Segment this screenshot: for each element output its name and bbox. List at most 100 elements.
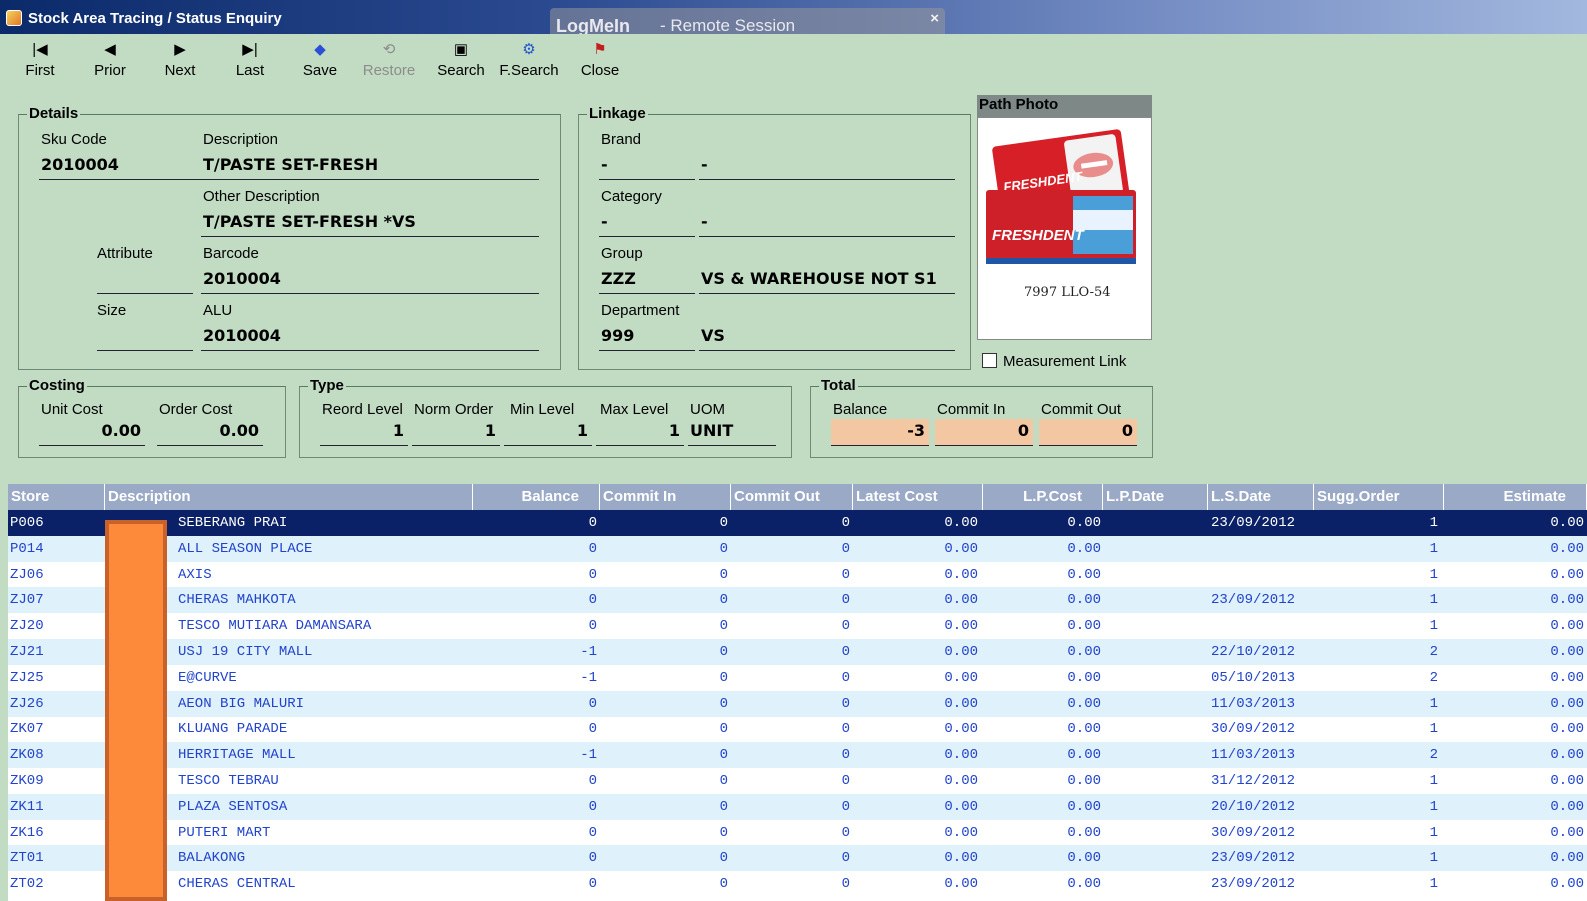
max-level-field[interactable]: 1 (596, 419, 684, 446)
column-header-latest-cost[interactable]: Latest Cost (853, 484, 983, 510)
column-header-l-p-cost[interactable]: L.P.Cost (983, 484, 1103, 510)
cell-store: ZJ20 (10, 618, 44, 635)
cell-latest-cost: 0.00 (944, 515, 978, 531)
cell-commit-out: 0 (841, 669, 850, 686)
cell-estimate: 0.00 (1550, 644, 1584, 660)
brand-code-field[interactable]: - (599, 153, 695, 180)
table-row[interactable]: ZJ26 AEON BIG MALURI 0 0 0 0.00 0.00 11/03/2013… (8, 690, 1587, 717)
checkbox-box[interactable] (982, 353, 997, 368)
cell-store: ZJ07 (10, 592, 44, 609)
next-button[interactable]: ▶ Next (158, 38, 202, 79)
sku-code-field[interactable]: 2010004 (39, 153, 211, 180)
table-row[interactable]: ZT02 CHERAS CENTRAL 0 0 0 0.00 0.00 23/09/2012 1… (8, 871, 1587, 897)
column-header-description[interactable]: Description (105, 484, 473, 510)
cell-store: P006 (10, 515, 44, 531)
search-label: Search (437, 62, 485, 79)
store-grid[interactable]: Store Description Balance Commit In Commit O… (8, 484, 1587, 901)
size-field[interactable] (97, 324, 193, 351)
close-button[interactable]: ⚑ Close (577, 38, 623, 79)
cell-l-p-date (1107, 639, 1207, 665)
size-label: Size (97, 302, 127, 319)
restore-button[interactable]: ⟲ Restore (360, 38, 418, 79)
table-row[interactable]: ZK07 KLUANG PARADE 0 0 0 0.00 0.00 30/09/2012 1 0… (8, 716, 1587, 742)
cell-description: E@CURVE (178, 669, 237, 686)
first-button[interactable]: |◀ First (18, 38, 62, 79)
department-code-field[interactable]: 999 (599, 324, 695, 351)
brand-name-field[interactable]: - (699, 153, 955, 180)
column-header-l-s-date[interactable]: L.S.Date (1208, 484, 1314, 510)
cell-estimate: 0.00 (1550, 824, 1584, 841)
column-header-balance[interactable]: Balance (473, 484, 600, 510)
cell-estimate: 0.00 (1550, 695, 1584, 712)
svg-text:FRESHDENT: FRESHDENT (992, 227, 1086, 244)
cell-l-s-date (1211, 613, 1311, 639)
prior-button[interactable]: ◀ Prior (88, 38, 132, 79)
cell-sugg-order: 1 (1429, 876, 1438, 893)
cell-sugg-order: 1 (1429, 540, 1438, 557)
cell-l-p-cost: 0.00 (1067, 695, 1101, 712)
balance-field[interactable]: -3 (831, 419, 929, 446)
table-row[interactable]: ZK11 PLAZA SENTOSA 0 0 0 0.00 0.00 20/10/2012 1 0… (8, 793, 1587, 820)
table-row[interactable]: ZJ25 E@CURVE -1 0 0 0.00 0.00 05/10/2013 2 0.00 (8, 665, 1587, 691)
logmein-close-icon[interactable]: × (930, 10, 939, 27)
table-row[interactable]: ZJ07 CHERAS MAHKOTA 0 0 0 0.00 0.00 23/09/2012 1… (8, 587, 1587, 614)
table-row[interactable]: ZK16 PUTERI MART 0 0 0 0.00 0.00 30/09/2012 1 0.0… (8, 820, 1587, 846)
table-row[interactable]: ZK08 HERRITAGE MALL -1 0 0 0.00 0.00 11/03/2013… (8, 742, 1587, 769)
cell-balance: 0 (588, 566, 597, 583)
group-name-field[interactable]: VS & WAREHOUSE NOT S1 (699, 267, 955, 294)
unit-cost-field[interactable]: 0.00 (39, 419, 145, 446)
cell-l-p-cost: 0.00 (1067, 566, 1101, 583)
order-cost-field[interactable]: 0.00 (157, 419, 263, 446)
column-header-sugg-order[interactable]: Sugg.Order (1314, 484, 1444, 510)
department-name-field[interactable]: VS (699, 324, 955, 351)
table-row[interactable]: ZJ06 AXIS 0 0 0 0.00 0.00 1 0.00 (8, 562, 1587, 588)
cell-commit-out: 0 (841, 773, 850, 789)
other-description-field[interactable]: T/PASTE SET-FRESH *VS (201, 210, 539, 237)
measurement-link-checkbox[interactable]: Measurement Link (982, 353, 1126, 370)
table-row[interactable]: P006 SEBERANG PRAI 0 0 0 0.00 0.00 23/09/2012 1 0… (8, 510, 1587, 536)
table-row[interactable]: ZJ20 TESCO MUTIARA DAMANSARA 0 0 0 0.00 0.00 1 0… (8, 613, 1587, 639)
svg-text:7997 LLO-54: 7997 LLO-54 (1024, 285, 1111, 300)
table-row[interactable]: ZJ21 USJ 19 CITY MALL -1 0 0 0.00 0.00 22/10/20… (8, 639, 1587, 665)
commit-in-field[interactable]: 0 (935, 419, 1033, 446)
attribute-field[interactable] (97, 267, 193, 294)
min-level-field[interactable]: 1 (504, 419, 592, 446)
norm-order-field[interactable]: 1 (412, 419, 500, 446)
product-photo[interactable]: FRESHDENT FRESHDENT 7997 LLO-54 (977, 117, 1152, 340)
cell-l-p-cost: 0.00 (1067, 515, 1101, 531)
cell-commit-out: 0 (841, 618, 850, 635)
column-header-store[interactable]: Store (8, 484, 105, 510)
cell-l-s-date: 20/10/2012 (1211, 798, 1296, 815)
category-code-field[interactable]: - (599, 210, 695, 237)
uom-field[interactable]: UNIT (688, 419, 776, 446)
alu-field[interactable]: 2010004 (201, 324, 539, 351)
reord-level-field[interactable]: 1 (320, 419, 408, 446)
column-header-commit-in[interactable]: Commit In (600, 484, 731, 510)
barcode-field[interactable]: 2010004 (201, 267, 539, 294)
table-row[interactable]: P014 ALL SEASON PLACE 0 0 0 0.00 0.00 1 0.00 (8, 535, 1587, 562)
group-code-field[interactable]: ZZZ (599, 267, 695, 294)
table-row[interactable]: ZT01 BALAKONG 0 0 0 0.00 0.00 23/09/2012 1 0.00 (8, 845, 1587, 872)
commit-out-field[interactable]: 0 (1039, 419, 1137, 446)
column-header-commit-out[interactable]: Commit Out (731, 484, 853, 510)
search-button[interactable]: ▣ Search (432, 38, 490, 79)
cell-estimate: 0.00 (1550, 618, 1584, 635)
brand-label: Brand (601, 131, 642, 148)
cell-store: ZK08 (10, 747, 44, 764)
cell-estimate: 0.00 (1550, 876, 1584, 893)
category-name-field[interactable]: - (699, 210, 955, 237)
save-button[interactable]: ◆ Save (298, 38, 342, 79)
cell-store: ZT01 (10, 850, 44, 867)
cell-balance: 0 (588, 773, 597, 789)
cell-sugg-order: 2 (1429, 669, 1438, 686)
table-row[interactable]: ZK09 TESCO TEBRAU 0 0 0 0.00 0.00 31/12/2012 1 0.… (8, 768, 1587, 794)
column-header-l-p-date[interactable]: L.P.Date (1103, 484, 1208, 510)
description-field[interactable]: T/PASTE SET-FRESH (201, 153, 539, 180)
column-header-estimate[interactable]: Estimate (1444, 484, 1587, 510)
cell-l-p-date (1107, 742, 1207, 768)
cell-l-s-date: 31/12/2012 (1211, 773, 1296, 789)
last-button[interactable]: ▶| Last (228, 38, 272, 79)
fsearch-button[interactable]: ⚙ F.Search (496, 38, 562, 79)
cell-description: AXIS (178, 566, 212, 583)
cell-description: TESCO MUTIARA DAMANSARA (178, 618, 372, 635)
